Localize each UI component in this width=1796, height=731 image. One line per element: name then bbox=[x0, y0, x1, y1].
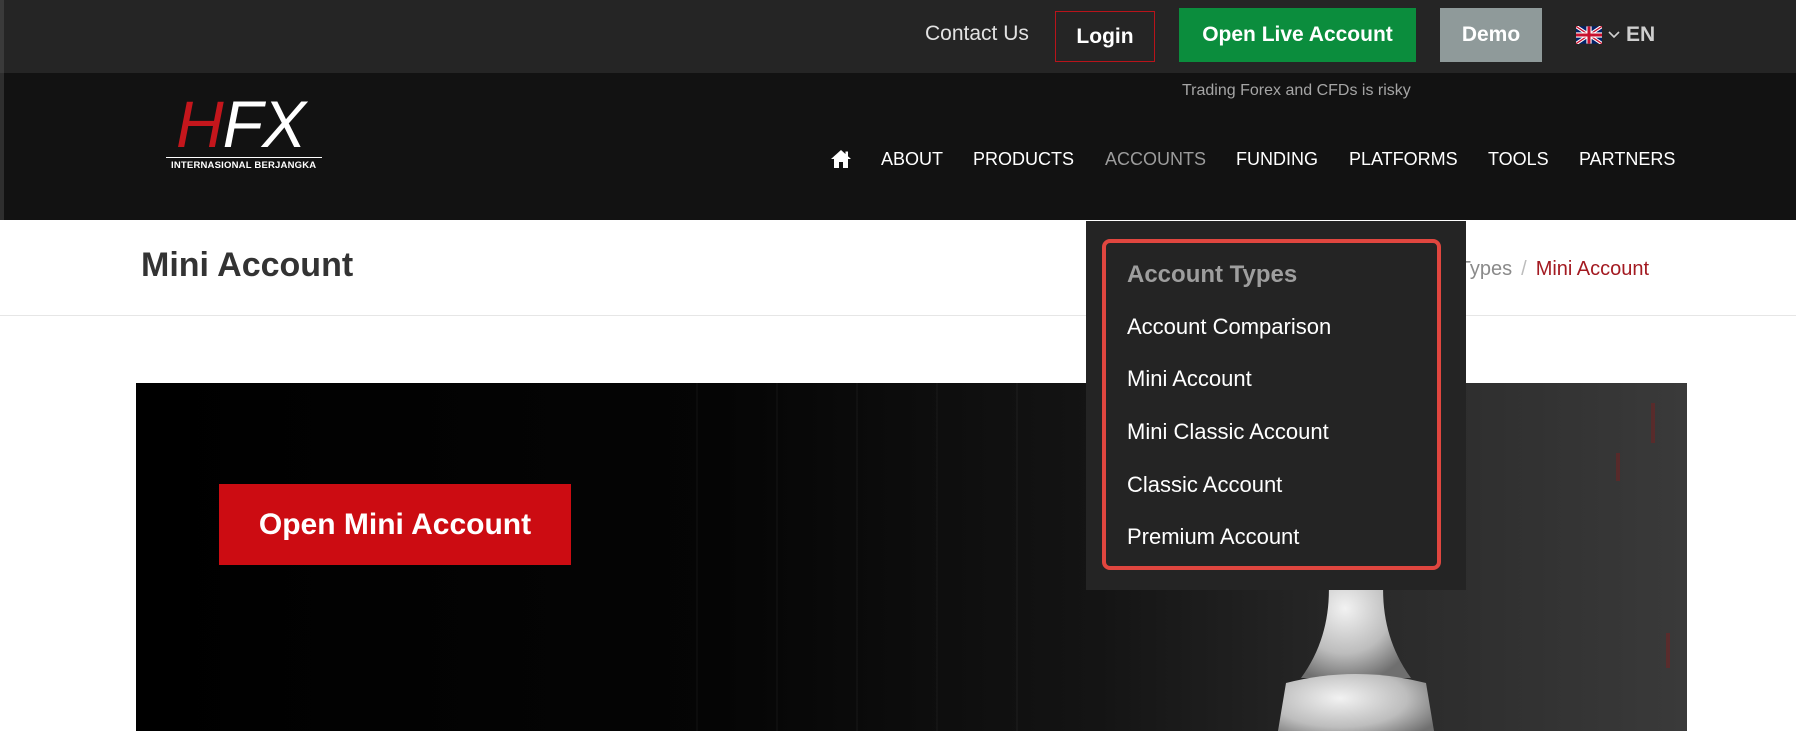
hero-texture bbox=[696, 383, 698, 731]
hero-texture bbox=[856, 383, 858, 731]
logo-tagline: INTERNASIONAL BERJANGKA bbox=[171, 160, 317, 171]
contact-us-link[interactable]: Contact Us bbox=[925, 22, 1029, 46]
page-title-bar: Mini Account t Types / Mini Account bbox=[0, 220, 1796, 316]
dropdown-heading: Account Types bbox=[1127, 261, 1298, 288]
nav-partners[interactable]: PARTNERS bbox=[1579, 149, 1675, 170]
nav-platforms[interactable]: PLATFORMS bbox=[1349, 149, 1458, 170]
language-selector[interactable]: EN bbox=[1576, 22, 1655, 48]
nav-about[interactable]: ABOUT bbox=[881, 149, 943, 170]
open-live-account-button[interactable]: Open Live Account bbox=[1179, 8, 1416, 62]
hero-texture bbox=[1651, 403, 1655, 443]
hero-texture bbox=[1616, 453, 1620, 481]
risk-warning: Trading Forex and CFDs is risky bbox=[1182, 82, 1411, 99]
hero-texture bbox=[1666, 633, 1670, 668]
chevron-down-icon bbox=[1608, 31, 1620, 39]
hero-texture bbox=[1016, 383, 1018, 731]
breadcrumb: t Types / Mini Account bbox=[1448, 258, 1649, 281]
login-button[interactable]: Login bbox=[1055, 11, 1155, 62]
page-title: Mini Account bbox=[141, 246, 354, 284]
breadcrumb-current: Mini Account bbox=[1535, 258, 1650, 280]
nav-accounts[interactable]: ACCOUNTS bbox=[1105, 149, 1206, 170]
menu-item-classic-account[interactable]: Classic Account bbox=[1127, 472, 1282, 498]
top-utility-bar: Contact Us Login Open Live Account Demo … bbox=[0, 0, 1796, 73]
hfx-logo[interactable]: HFX INTERNASIONAL BERJANGKA bbox=[166, 91, 322, 177]
hero-texture bbox=[936, 383, 938, 731]
uk-flag-icon bbox=[1576, 26, 1602, 44]
menu-item-mini-account[interactable]: Mini Account bbox=[1127, 366, 1252, 392]
menu-item-mini-classic-account[interactable]: Mini Classic Account bbox=[1127, 419, 1329, 445]
breadcrumb-separator: / bbox=[1521, 258, 1527, 280]
main-header: Trading Forex and CFDs is risky HFX INTE… bbox=[0, 73, 1796, 220]
nav-tools[interactable]: TOOLS bbox=[1488, 149, 1549, 170]
accounts-dropdown-menu: Account Types Account Comparison Mini Ac… bbox=[1086, 221, 1466, 590]
menu-item-account-comparison[interactable]: Account Comparison bbox=[1127, 314, 1331, 340]
nav-products[interactable]: PRODUCTS bbox=[973, 149, 1074, 170]
hero-texture bbox=[776, 383, 778, 731]
nav-funding[interactable]: FUNDING bbox=[1236, 149, 1318, 170]
language-label: EN bbox=[1626, 23, 1656, 46]
logo-mark: HFX bbox=[176, 87, 306, 161]
menu-item-premium-account[interactable]: Premium Account bbox=[1127, 524, 1299, 550]
logo-rule bbox=[166, 157, 322, 158]
home-icon[interactable] bbox=[830, 149, 852, 169]
demo-button[interactable]: Demo bbox=[1440, 8, 1542, 62]
open-mini-account-button[interactable]: Open Mini Account bbox=[219, 484, 571, 565]
